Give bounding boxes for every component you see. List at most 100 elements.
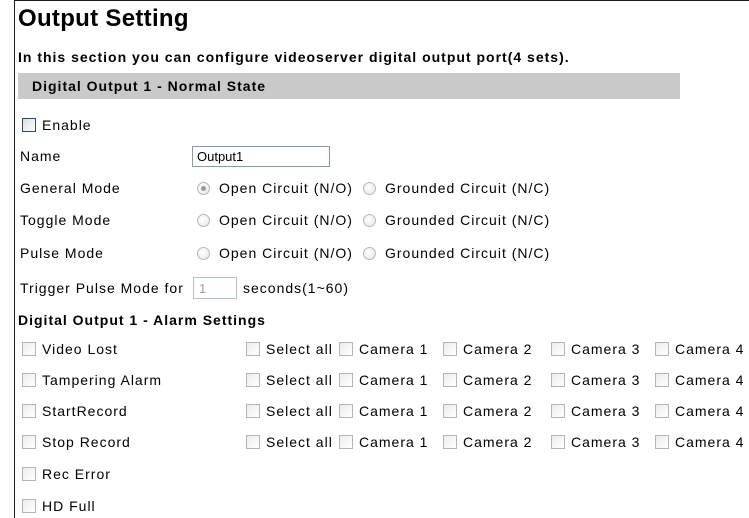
rec-error-option[interactable]: Rec Error — [22, 466, 111, 482]
rec-error-label: Rec Error — [42, 466, 111, 482]
video-lost-camera-1-label: Camera 1 — [359, 341, 429, 357]
tampering-alarm-camera-4-option[interactable]: Camera 4 — [655, 372, 744, 388]
start-record-checkbox[interactable] — [22, 404, 36, 418]
toggle-mode-grounded-circuit-radio[interactable] — [363, 213, 376, 227]
stop-record-camera-4-option[interactable]: Camera 4 — [655, 434, 744, 450]
video-lost-camera-2-option[interactable]: Camera 2 — [443, 341, 532, 357]
start-record-camera-1-checkbox[interactable] — [339, 404, 353, 418]
toggle-mode-label: Toggle Mode — [20, 212, 112, 228]
tampering-alarm-camera-1-label: Camera 1 — [359, 372, 429, 388]
video-lost-camera-2-checkbox[interactable] — [443, 342, 457, 356]
video-lost-select-all-option[interactable]: Select all — [246, 341, 333, 357]
stop-record-camera-3-checkbox[interactable] — [551, 435, 565, 449]
stop-record-camera-1-option[interactable]: Camera 1 — [339, 434, 428, 450]
tampering-alarm-camera-2-checkbox[interactable] — [443, 373, 457, 387]
general-mode-row: General Mode Open Circuit (N/O) Grounded… — [0, 180, 749, 196]
start-record-camera-4-option[interactable]: Camera 4 — [655, 403, 744, 419]
enable-option[interactable]: Enable — [22, 117, 92, 133]
general-mode-grounded-circuit-option[interactable]: Grounded Circuit (N/C) — [363, 180, 550, 196]
start-record-select-all-option[interactable]: Select all — [246, 403, 333, 419]
tampering-alarm-camera-2-option[interactable]: Camera 2 — [443, 372, 532, 388]
tampering-alarm-camera-1-checkbox[interactable] — [339, 373, 353, 387]
general-mode-grounded-circuit-radio[interactable] — [363, 181, 376, 195]
video-lost-camera-1-checkbox[interactable] — [339, 342, 353, 356]
trigger-pulse-label: Trigger Pulse Mode for — [20, 280, 184, 296]
general-mode-open-circuit-radio[interactable] — [197, 181, 210, 195]
tampering-alarm-camera-4-checkbox[interactable] — [655, 373, 669, 387]
toggle-mode-grounded-circuit-option[interactable]: Grounded Circuit (N/C) — [363, 212, 550, 228]
stop-record-option[interactable]: Stop Record — [22, 434, 131, 450]
start-record-camera-2-option[interactable]: Camera 2 — [443, 403, 532, 419]
trigger-pulse-row: Trigger Pulse Mode for seconds(1~60) — [0, 277, 749, 299]
stop-record-camera-2-option[interactable]: Camera 2 — [443, 434, 532, 450]
video-lost-option[interactable]: Video Lost — [22, 341, 118, 357]
page-title: Output Setting — [18, 5, 189, 32]
tampering-alarm-option[interactable]: Tampering Alarm — [22, 372, 162, 388]
tampering-alarm-camera-4-label: Camera 4 — [675, 372, 745, 388]
trigger-pulse-seconds-input[interactable] — [193, 277, 237, 299]
alarm-row-start-record: StartRecord Select all Camera 1 Camera 2… — [0, 403, 749, 419]
start-record-label: StartRecord — [42, 403, 128, 419]
stop-record-checkbox[interactable] — [22, 435, 36, 449]
pulse-mode-open-circuit-option[interactable]: Open Circuit (N/O) — [197, 245, 353, 261]
video-lost-select-all-checkbox[interactable] — [246, 342, 260, 356]
tampering-alarm-select-all-checkbox[interactable] — [246, 373, 260, 387]
stop-record-camera-4-checkbox[interactable] — [655, 435, 669, 449]
toggle-mode-open-circuit-label: Open Circuit (N/O) — [219, 212, 353, 228]
enable-label: Enable — [42, 117, 92, 133]
start-record-camera-1-label: Camera 1 — [359, 403, 429, 419]
start-record-camera-1-option[interactable]: Camera 1 — [339, 403, 428, 419]
pulse-mode-open-circuit-radio[interactable] — [197, 246, 210, 260]
stop-record-select-all-checkbox[interactable] — [246, 435, 260, 449]
stop-record-label: Stop Record — [42, 434, 131, 450]
name-input[interactable] — [192, 146, 330, 167]
stop-record-select-all-option[interactable]: Select all — [246, 434, 333, 450]
tampering-alarm-camera-3-option[interactable]: Camera 3 — [551, 372, 640, 388]
start-record-select-all-checkbox[interactable] — [246, 404, 260, 418]
video-lost-camera-1-option[interactable]: Camera 1 — [339, 341, 428, 357]
start-record-camera-3-label: Camera 3 — [571, 403, 641, 419]
hd-full-checkbox[interactable] — [22, 499, 36, 513]
stop-record-camera-2-checkbox[interactable] — [443, 435, 457, 449]
stop-record-camera-3-option[interactable]: Camera 3 — [551, 434, 640, 450]
alarm-row-rec-error: Rec Error — [0, 466, 749, 482]
stop-record-camera-1-label: Camera 1 — [359, 434, 429, 450]
hd-full-option[interactable]: HD Full — [22, 498, 96, 514]
tampering-alarm-camera-1-option[interactable]: Camera 1 — [339, 372, 428, 388]
enable-checkbox[interactable] — [22, 118, 36, 132]
video-lost-camera-4-option[interactable]: Camera 4 — [655, 341, 744, 357]
alarm-settings-section-title: Digital Output 1 - Alarm Settings — [18, 312, 266, 328]
hd-full-label: HD Full — [42, 498, 96, 514]
tampering-alarm-select-all-option[interactable]: Select all — [246, 372, 333, 388]
normal-state-section-header: Digital Output 1 - Normal State — [18, 73, 680, 99]
start-record-camera-2-checkbox[interactable] — [443, 404, 457, 418]
rec-error-checkbox[interactable] — [22, 467, 36, 481]
name-row: Name — [0, 146, 749, 167]
pulse-mode-grounded-circuit-label: Grounded Circuit (N/C) — [385, 245, 551, 261]
pulse-mode-grounded-circuit-radio[interactable] — [363, 246, 376, 260]
video-lost-checkbox[interactable] — [22, 342, 36, 356]
tampering-alarm-camera-3-checkbox[interactable] — [551, 373, 565, 387]
stop-record-camera-3-label: Camera 3 — [571, 434, 641, 450]
stop-record-camera-1-checkbox[interactable] — [339, 435, 353, 449]
pulse-mode-grounded-circuit-option[interactable]: Grounded Circuit (N/C) — [363, 245, 550, 261]
start-record-select-all-label: Select all — [266, 403, 333, 419]
start-record-camera-3-checkbox[interactable] — [551, 404, 565, 418]
start-record-camera-4-checkbox[interactable] — [655, 404, 669, 418]
enable-row: Enable — [0, 117, 749, 133]
general-mode-grounded-circuit-label: Grounded Circuit (N/C) — [385, 180, 551, 196]
tampering-alarm-camera-2-label: Camera 2 — [463, 372, 533, 388]
toggle-mode-open-circuit-radio[interactable] — [197, 213, 210, 227]
video-lost-camera-4-checkbox[interactable] — [655, 342, 669, 356]
start-record-option[interactable]: StartRecord — [22, 403, 128, 419]
stop-record-camera-4-label: Camera 4 — [675, 434, 745, 450]
general-mode-open-circuit-label: Open Circuit (N/O) — [219, 180, 353, 196]
tampering-alarm-checkbox[interactable] — [22, 373, 36, 387]
general-mode-label: General Mode — [20, 180, 121, 196]
start-record-camera-3-option[interactable]: Camera 3 — [551, 403, 640, 419]
video-lost-camera-3-option[interactable]: Camera 3 — [551, 341, 640, 357]
video-lost-camera-3-checkbox[interactable] — [551, 342, 565, 356]
toggle-mode-row: Toggle Mode Open Circuit (N/O) Grounded … — [0, 212, 749, 228]
general-mode-open-circuit-option[interactable]: Open Circuit (N/O) — [197, 180, 353, 196]
toggle-mode-open-circuit-option[interactable]: Open Circuit (N/O) — [197, 212, 353, 228]
